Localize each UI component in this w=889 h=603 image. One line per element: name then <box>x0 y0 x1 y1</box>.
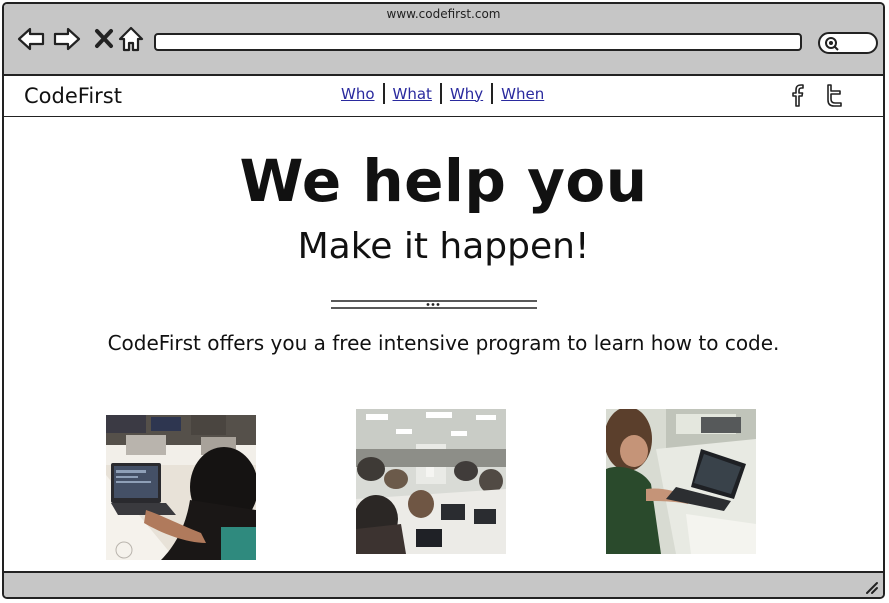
nav-separator <box>382 83 385 104</box>
nav-separator <box>439 83 442 104</box>
site-logo[interactable]: CodeFirst <box>24 84 122 108</box>
nav-link-why[interactable]: Why <box>447 85 486 103</box>
browser-toolbar: www.codefirst.com <box>4 4 883 76</box>
nav-separator <box>491 83 494 104</box>
forward-arrow-icon[interactable] <box>52 24 82 54</box>
main-nav: Who What Why When <box>338 83 547 104</box>
hero-subtitle: Make it happen! <box>297 226 590 267</box>
back-arrow-icon[interactable] <box>16 24 46 54</box>
window-title: www.codefirst.com <box>386 7 501 21</box>
status-bar <box>4 571 883 597</box>
address-input[interactable] <box>156 40 800 54</box>
browser-search-field[interactable] <box>818 32 878 54</box>
nav-link-when[interactable]: When <box>498 85 547 103</box>
search-icon <box>825 37 839 51</box>
home-icon[interactable] <box>116 24 146 54</box>
section-divider <box>331 300 537 309</box>
facebook-icon[interactable] <box>786 82 812 108</box>
nav-link-who[interactable]: Who <box>338 85 378 103</box>
twitter-icon[interactable] <box>822 82 848 108</box>
photo-classroom <box>356 409 506 554</box>
address-bar[interactable] <box>154 33 802 54</box>
photo-student-side <box>606 409 756 554</box>
photo-student-laptop <box>106 415 256 560</box>
hero-title: We help you <box>239 147 648 215</box>
intro-text: CodeFirst offers you a free intensive pr… <box>107 331 780 355</box>
nav-link-what[interactable]: What <box>390 85 435 103</box>
site-header: CodeFirst Who What Why When <box>4 76 883 117</box>
resize-grip-icon[interactable] <box>863 579 879 595</box>
browser-window: www.codefirst.com CodeFirst Who What Why… <box>2 2 885 599</box>
